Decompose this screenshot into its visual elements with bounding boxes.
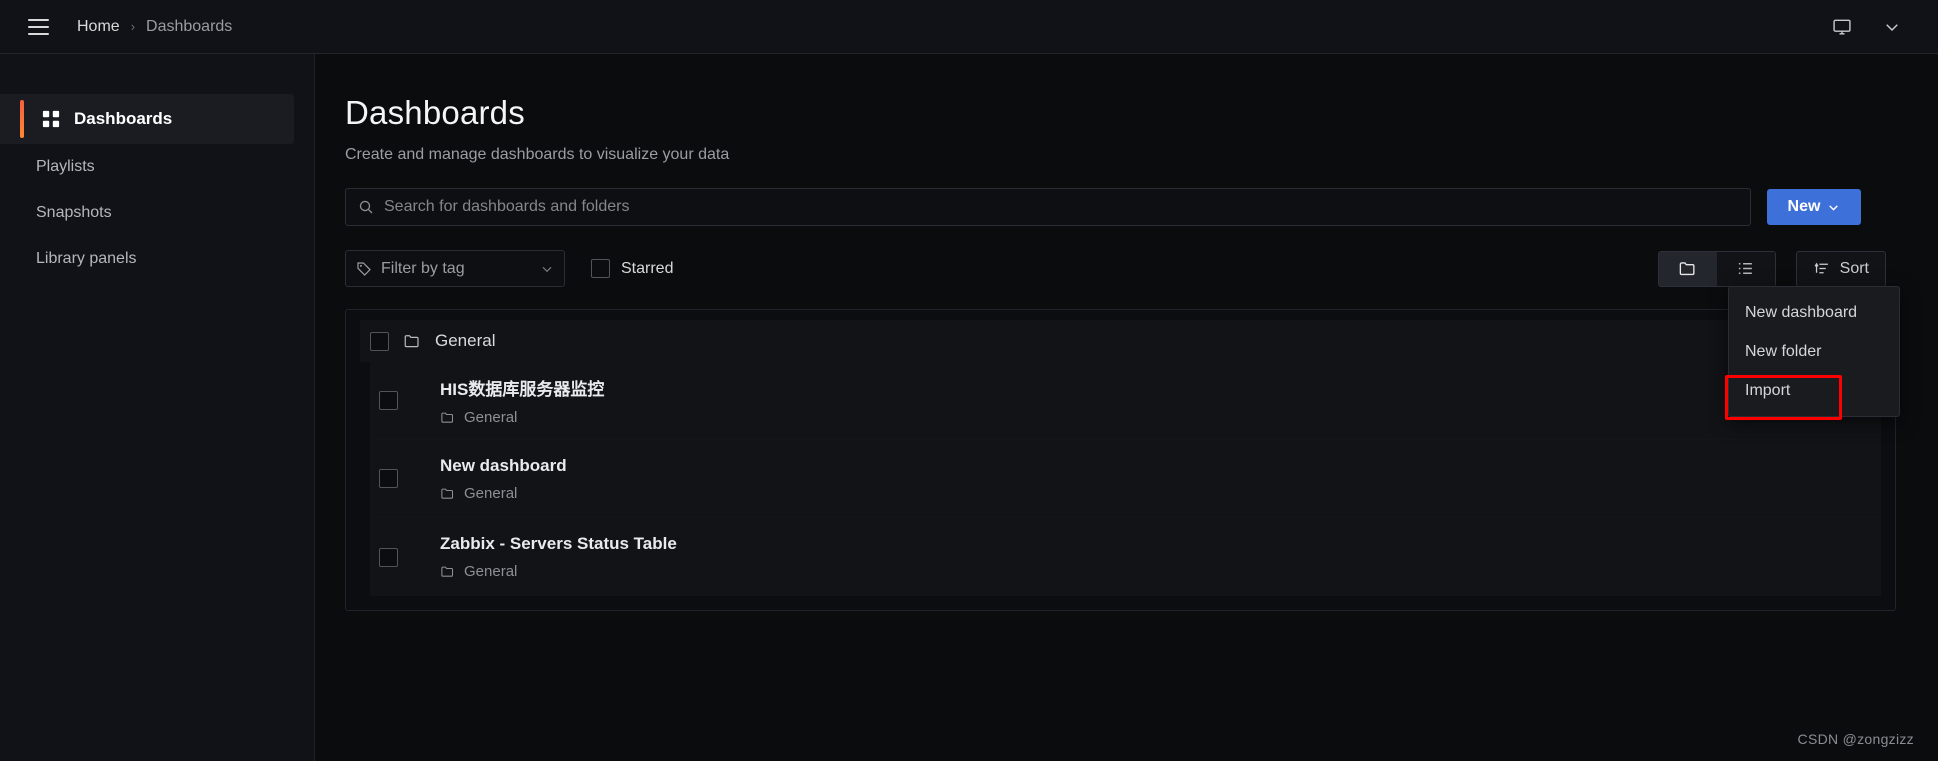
monitor-icon[interactable]	[1828, 13, 1856, 41]
chevron-down-icon	[540, 262, 554, 276]
row-body: Zabbix - Servers Status Table General	[440, 534, 677, 580]
menu-item-new-folder[interactable]: New folder	[1729, 332, 1899, 371]
new-button[interactable]: New	[1767, 189, 1861, 225]
folder-icon	[440, 486, 455, 501]
sort-button[interactable]: Sort	[1795, 250, 1886, 287]
main-content: Dashboards Create and manage dashboards …	[315, 54, 1938, 761]
dashboard-title: New dashboard	[440, 455, 567, 475]
sidebar-item-snapshots[interactable]: Snapshots	[0, 190, 314, 236]
starred-filter[interactable]: Starred	[591, 259, 673, 278]
dashboard-folder-label: General	[464, 484, 518, 502]
folder-checkbox[interactable]	[370, 331, 389, 351]
sidebar-item-library-panels[interactable]: Library panels	[0, 236, 314, 282]
search-row: New	[345, 188, 1886, 226]
search-icon	[358, 199, 374, 215]
folder-label: General	[435, 331, 496, 350]
row-checkbox[interactable]	[379, 547, 398, 567]
folder-icon	[440, 564, 455, 579]
sidebar-item-label: Library panels	[36, 250, 137, 267]
top-bar: Home › Dashboards	[0, 0, 1938, 54]
folder-row-general[interactable]: General	[360, 320, 1881, 362]
dashboard-title: Zabbix - Servers Status Table	[440, 534, 677, 553]
dashboard-title: HIS数据库服务器监控	[440, 380, 605, 399]
sidebar-item-dashboards[interactable]: Dashboards	[0, 94, 294, 144]
sidebar-item-playlists[interactable]: Playlists	[0, 144, 314, 190]
breadcrumb-dashboards[interactable]: Dashboards	[146, 18, 232, 36]
starred-label: Starred	[621, 259, 674, 277]
dashboard-folder-label: General	[464, 409, 518, 426]
view-toggle	[1657, 250, 1776, 287]
sidebar-item-label: Snapshots	[36, 204, 112, 221]
dashboard-folder-meta: General	[440, 485, 567, 502]
tag-filter-select[interactable]: Filter by tag	[345, 250, 565, 287]
dashboard-folder-meta: General	[440, 409, 604, 426]
sidebar: Dashboards Playlists Snapshots Library p…	[0, 54, 315, 761]
folder-icon	[403, 332, 421, 350]
row-body: HIS数据库服务器监控 General	[440, 375, 604, 426]
list-tools: Sort	[1657, 250, 1886, 287]
table-row[interactable]: Zabbix - Servers Status Table General	[370, 518, 1881, 596]
row-body: New dashboard General	[440, 456, 567, 502]
filter-row: Filter by tag Starred Sort	[345, 250, 1886, 287]
search-box[interactable]	[345, 188, 1751, 226]
breadcrumb: Home › Dashboards	[77, 18, 232, 36]
apps-grid-icon	[42, 110, 60, 128]
menu-item-import[interactable]: Import	[1729, 371, 1899, 410]
table-row[interactable]: New dashboard General	[370, 440, 1881, 518]
list-view-icon[interactable]	[1716, 251, 1775, 286]
dashboard-folder-meta: General	[440, 563, 677, 580]
folder-icon	[440, 410, 455, 425]
search-input[interactable]	[384, 198, 1738, 216]
breadcrumb-home[interactable]: Home	[77, 18, 120, 36]
sidebar-item-label: Playlists	[36, 158, 95, 175]
folder-view-icon[interactable]	[1658, 251, 1717, 286]
menu-item-new-dashboard[interactable]: New dashboard	[1729, 293, 1899, 332]
chevron-down-icon[interactable]	[1878, 13, 1906, 41]
dashboard-list-card: General HIS数据库服务器监控 General New dashboar…	[345, 309, 1896, 611]
tag-icon	[356, 261, 372, 277]
sort-amount-icon	[1813, 260, 1830, 277]
top-bar-actions	[1828, 13, 1920, 41]
row-checkbox[interactable]	[379, 391, 398, 410]
chevron-down-icon	[1827, 201, 1840, 214]
page-subtitle: Create and manage dashboards to visualiz…	[345, 146, 730, 163]
watermark: CSDN @zongzizz	[1797, 731, 1914, 747]
breadcrumb-separator-icon: ›	[130, 19, 136, 34]
hamburger-icon[interactable]	[21, 10, 55, 44]
new-button-label: New	[1787, 198, 1821, 215]
starred-checkbox[interactable]	[591, 259, 610, 278]
sidebar-item-label: Dashboards	[74, 109, 173, 128]
sort-button-label: Sort	[1839, 259, 1869, 277]
new-dropdown-menu: New dashboard New folder Import	[1728, 286, 1900, 417]
table-row[interactable]: HIS数据库服务器监控 General	[370, 362, 1881, 440]
dashboard-folder-label: General	[464, 563, 518, 580]
row-checkbox[interactable]	[379, 469, 398, 488]
page-title: Dashboards	[345, 94, 525, 131]
tag-filter-label: Filter by tag	[381, 259, 465, 277]
